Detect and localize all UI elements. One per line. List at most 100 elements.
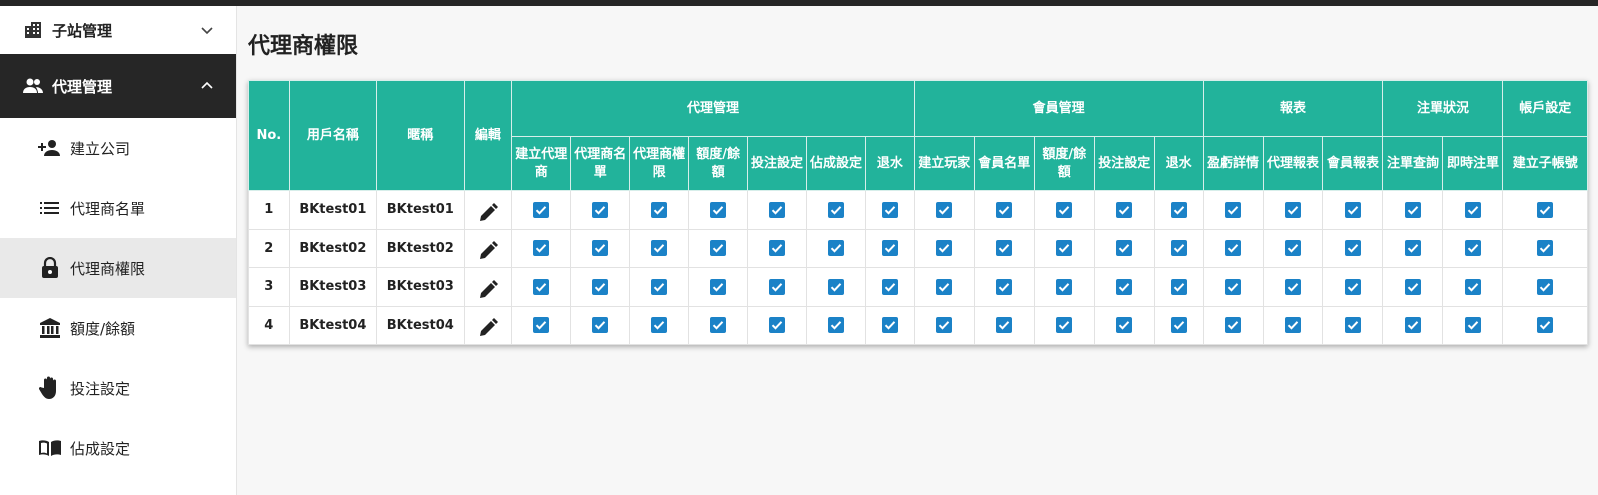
permission-checkbox[interactable]: [1225, 278, 1242, 295]
permission-checkbox[interactable]: [769, 201, 786, 218]
cell-permission: [1093, 228, 1155, 268]
permission-checkbox[interactable]: [1537, 278, 1554, 295]
permission-checkbox[interactable]: [1464, 317, 1481, 334]
permission-checkbox[interactable]: [1404, 278, 1421, 295]
permission-checkbox[interactable]: [651, 278, 668, 295]
permission-checkbox[interactable]: [592, 201, 609, 218]
permission-checkbox[interactable]: [769, 240, 786, 257]
sidebar-item-create-company[interactable]: 建立公司: [0, 118, 236, 178]
permission-checkbox[interactable]: [1056, 201, 1073, 218]
sidebar-group-agent[interactable]: 代理管理: [0, 54, 236, 118]
permission-checkbox[interactable]: [1537, 317, 1554, 334]
permission-checkbox[interactable]: [710, 240, 727, 257]
header-permission: 代理報表: [1262, 136, 1324, 191]
cell-permission: [1033, 267, 1095, 307]
permission-checkbox[interactable]: [1344, 201, 1361, 218]
permission-checkbox[interactable]: [651, 317, 668, 334]
permission-checkbox[interactable]: [1464, 201, 1481, 218]
permission-checkbox[interactable]: [592, 240, 609, 257]
permission-checkbox[interactable]: [1056, 317, 1073, 334]
permission-checkbox[interactable]: [710, 278, 727, 295]
permission-checkbox[interactable]: [1404, 201, 1421, 218]
permission-checkbox[interactable]: [1170, 240, 1187, 257]
permission-checkbox[interactable]: [1170, 317, 1187, 334]
permission-checkbox[interactable]: [533, 201, 550, 218]
permission-checkbox[interactable]: [1056, 240, 1073, 257]
permission-checkbox[interactable]: [1285, 201, 1301, 218]
permission-checkbox[interactable]: [936, 278, 953, 295]
sidebar-item-credit-balance[interactable]: 額度/餘額: [0, 298, 236, 358]
permission-checkbox[interactable]: [936, 240, 953, 257]
permission-checkbox[interactable]: [1537, 201, 1554, 218]
permission-checkbox[interactable]: [1116, 240, 1133, 257]
cell-permission: [747, 267, 808, 307]
permission-checkbox[interactable]: [592, 278, 609, 295]
permission-checkbox[interactable]: [651, 201, 668, 218]
permission-checkbox[interactable]: [996, 201, 1013, 218]
permission-checkbox[interactable]: [1537, 240, 1554, 257]
permission-checkbox[interactable]: [769, 317, 786, 334]
permission-checkbox[interactable]: [1116, 278, 1133, 295]
permission-checkbox[interactable]: [1116, 201, 1133, 218]
permission-checkbox[interactable]: [1056, 278, 1073, 295]
permission-checkbox[interactable]: [996, 317, 1013, 334]
pencil-icon[interactable]: [476, 201, 500, 225]
permission-checkbox[interactable]: [1344, 278, 1361, 295]
permission-checkbox[interactable]: [1344, 240, 1361, 257]
permission-checkbox[interactable]: [1285, 278, 1301, 295]
permission-checkbox[interactable]: [1404, 317, 1421, 334]
sidebar-item-share-settings[interactable]: 佔成設定: [0, 418, 236, 478]
header-username: 用戶名稱: [288, 80, 378, 191]
permission-checkbox[interactable]: [1464, 240, 1481, 257]
permission-checkbox[interactable]: [881, 201, 898, 218]
permission-checkbox[interactable]: [533, 278, 550, 295]
cell-permission: [747, 190, 808, 230]
permission-checkbox[interactable]: [1225, 317, 1242, 334]
permission-checkbox[interactable]: [1225, 240, 1242, 257]
permission-checkbox[interactable]: [1225, 201, 1242, 218]
cell-permission: [973, 305, 1035, 345]
pencil-icon[interactable]: [476, 278, 500, 302]
sidebar-item-agent-list[interactable]: 代理商名單: [0, 178, 236, 238]
cell-permission: [913, 267, 975, 307]
cell-permission: [570, 228, 631, 268]
permission-checkbox[interactable]: [936, 201, 953, 218]
permission-checkbox[interactable]: [828, 278, 844, 295]
sidebar-item-label: 投注設定: [70, 379, 131, 398]
permission-checkbox[interactable]: [936, 317, 953, 334]
permission-checkbox[interactable]: [533, 317, 550, 334]
permission-checkbox[interactable]: [592, 317, 609, 334]
permission-checkbox[interactable]: [1464, 278, 1481, 295]
permission-checkbox[interactable]: [1344, 317, 1361, 334]
cell-permission: [747, 228, 808, 268]
permission-checkbox[interactable]: [996, 278, 1013, 295]
permission-checkbox[interactable]: [1170, 278, 1187, 295]
permission-checkbox[interactable]: [1285, 240, 1301, 257]
cell-nickname: BKtest03: [376, 267, 465, 307]
permission-checkbox[interactable]: [828, 201, 844, 218]
cell-permission: [1502, 305, 1588, 345]
permission-checkbox[interactable]: [651, 240, 668, 257]
permission-checkbox[interactable]: [881, 240, 898, 257]
list-icon: [38, 196, 62, 220]
permission-checkbox[interactable]: [1116, 317, 1133, 334]
permission-checkbox[interactable]: [996, 240, 1013, 257]
sidebar-item-agent-permissions[interactable]: 代理商權限: [0, 238, 236, 298]
permission-checkbox[interactable]: [1170, 201, 1187, 218]
permission-checkbox[interactable]: [710, 317, 727, 334]
cell-permission: [629, 305, 690, 345]
permission-checkbox[interactable]: [1404, 240, 1421, 257]
pencil-icon[interactable]: [476, 239, 500, 263]
sidebar-group-substation[interactable]: 子站管理: [0, 6, 236, 54]
sidebar-item-bet-settings[interactable]: 投注設定: [0, 358, 236, 418]
permission-checkbox[interactable]: [881, 278, 898, 295]
permission-checkbox[interactable]: [828, 240, 844, 257]
permission-checkbox[interactable]: [1285, 317, 1301, 334]
permission-checkbox[interactable]: [533, 240, 550, 257]
permission-checkbox[interactable]: [710, 201, 727, 218]
cell-username: BKtest04: [288, 305, 378, 345]
permission-checkbox[interactable]: [769, 278, 786, 295]
permission-checkbox[interactable]: [828, 317, 844, 334]
permission-checkbox[interactable]: [881, 317, 898, 334]
pencil-icon[interactable]: [476, 316, 500, 340]
